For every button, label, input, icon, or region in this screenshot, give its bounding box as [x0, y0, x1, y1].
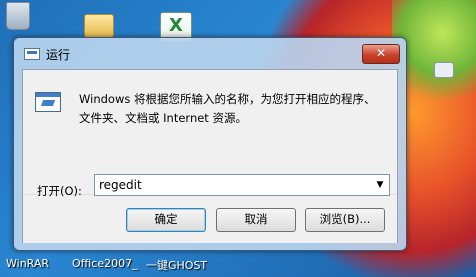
dialog-titlebar[interactable]: 运行 ✕	[14, 38, 406, 68]
desktop-label-ghost[interactable]: 一键GHOST	[146, 257, 207, 273]
dialog-title: 运行	[46, 48, 71, 62]
close-button[interactable]: ✕	[362, 44, 400, 64]
dropdown-arrow-icon[interactable]: ▼	[373, 178, 387, 192]
run-program-icon	[35, 92, 61, 112]
dialog-description: Windows 将根据您所输入的名称，为您打开相应的程序、 文件夹、文档或 In…	[79, 90, 389, 128]
open-label: 打开(O):	[37, 184, 82, 198]
description-line-1: Windows 将根据您所输入的名称，为您打开相应的程序、	[79, 92, 376, 106]
open-input[interactable]	[99, 175, 361, 195]
folder-icon[interactable]	[84, 14, 114, 38]
run-window-icon	[24, 48, 40, 60]
cancel-button[interactable]: 取消	[216, 208, 296, 232]
open-combobox[interactable]: ▼	[94, 174, 390, 196]
ok-button[interactable]: 确定	[126, 208, 206, 232]
desktop-label-office[interactable]: Office2007_	[72, 257, 138, 270]
desktop-icon-labels: WinRAR Office2007_ 一键GHOST	[0, 257, 476, 273]
desktop-label-winrar[interactable]: WinRAR	[6, 257, 49, 270]
desktop-shortcut-icon[interactable]	[434, 62, 454, 78]
run-dialog: 运行 ✕ Windows 将根据您所输入的名称，为您打开相应的程序、 文件夹、文…	[13, 37, 407, 251]
description-line-2: 文件夹、文档或 Internet 资源。	[79, 111, 247, 125]
browse-button[interactable]: 浏览(B)...	[305, 208, 385, 232]
recycle-bin-icon[interactable]	[6, 2, 30, 30]
